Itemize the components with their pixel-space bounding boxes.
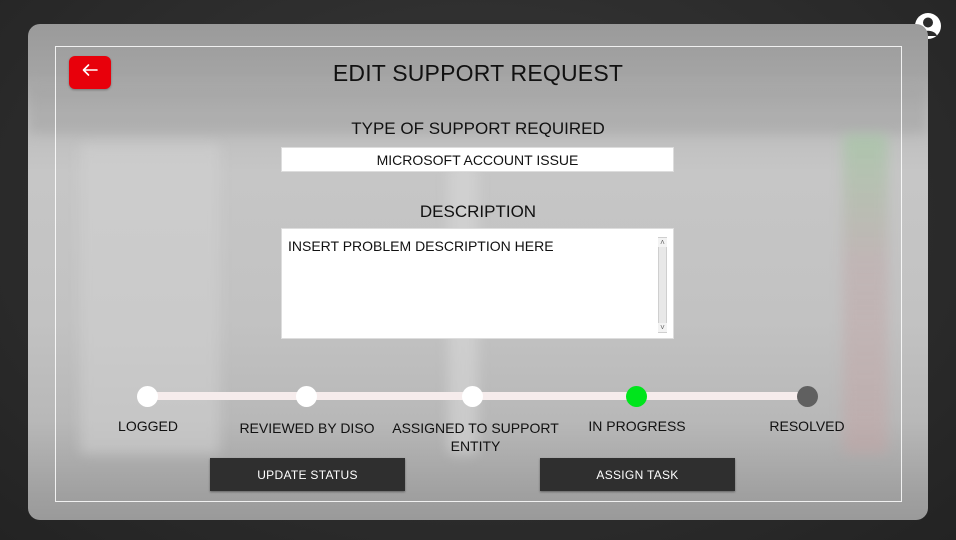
support-type-field[interactable]: MICROSOFT ACCOUNT ISSUE: [281, 147, 674, 172]
support-type-label: TYPE OF SUPPORT REQUIRED: [351, 119, 605, 138]
assign-task-button[interactable]: ASSIGN TASK: [540, 458, 735, 491]
scroll-up-icon[interactable]: ˄: [658, 238, 667, 247]
status-step-resolved[interactable]: [797, 386, 818, 407]
update-status-button[interactable]: UPDATE STATUS: [210, 458, 405, 491]
status-step-in-progress[interactable]: [626, 386, 647, 407]
status-label-in-progress: IN PROGRESS: [588, 418, 686, 434]
status-step-logged[interactable]: [137, 386, 158, 407]
status-step-assigned[interactable]: [462, 386, 483, 407]
description-text: INSERT PROBLEM DESCRIPTION HERE: [288, 238, 554, 254]
edit-request-panel: EDIT SUPPORT REQUEST TYPE OF SUPPORT REQ…: [28, 24, 928, 520]
status-label-reviewed: REVIEWED BY DISO: [239, 420, 375, 436]
scroll-down-icon[interactable]: ˅: [658, 323, 667, 332]
page-title: EDIT SUPPORT REQUEST: [332, 60, 624, 86]
description-label: DESCRIPTION: [419, 202, 537, 221]
description-textarea[interactable]: INSERT PROBLEM DESCRIPTION HERE ˄ ˅: [281, 228, 674, 339]
description-scrollbar[interactable]: ˄ ˅: [658, 237, 667, 333]
status-label-resolved: RESOLVED: [769, 418, 845, 434]
status-label-logged: LOGGED: [118, 418, 178, 434]
status-step-reviewed[interactable]: [296, 386, 317, 407]
app-screen: EDIT SUPPORT REQUEST TYPE OF SUPPORT REQ…: [0, 0, 956, 540]
